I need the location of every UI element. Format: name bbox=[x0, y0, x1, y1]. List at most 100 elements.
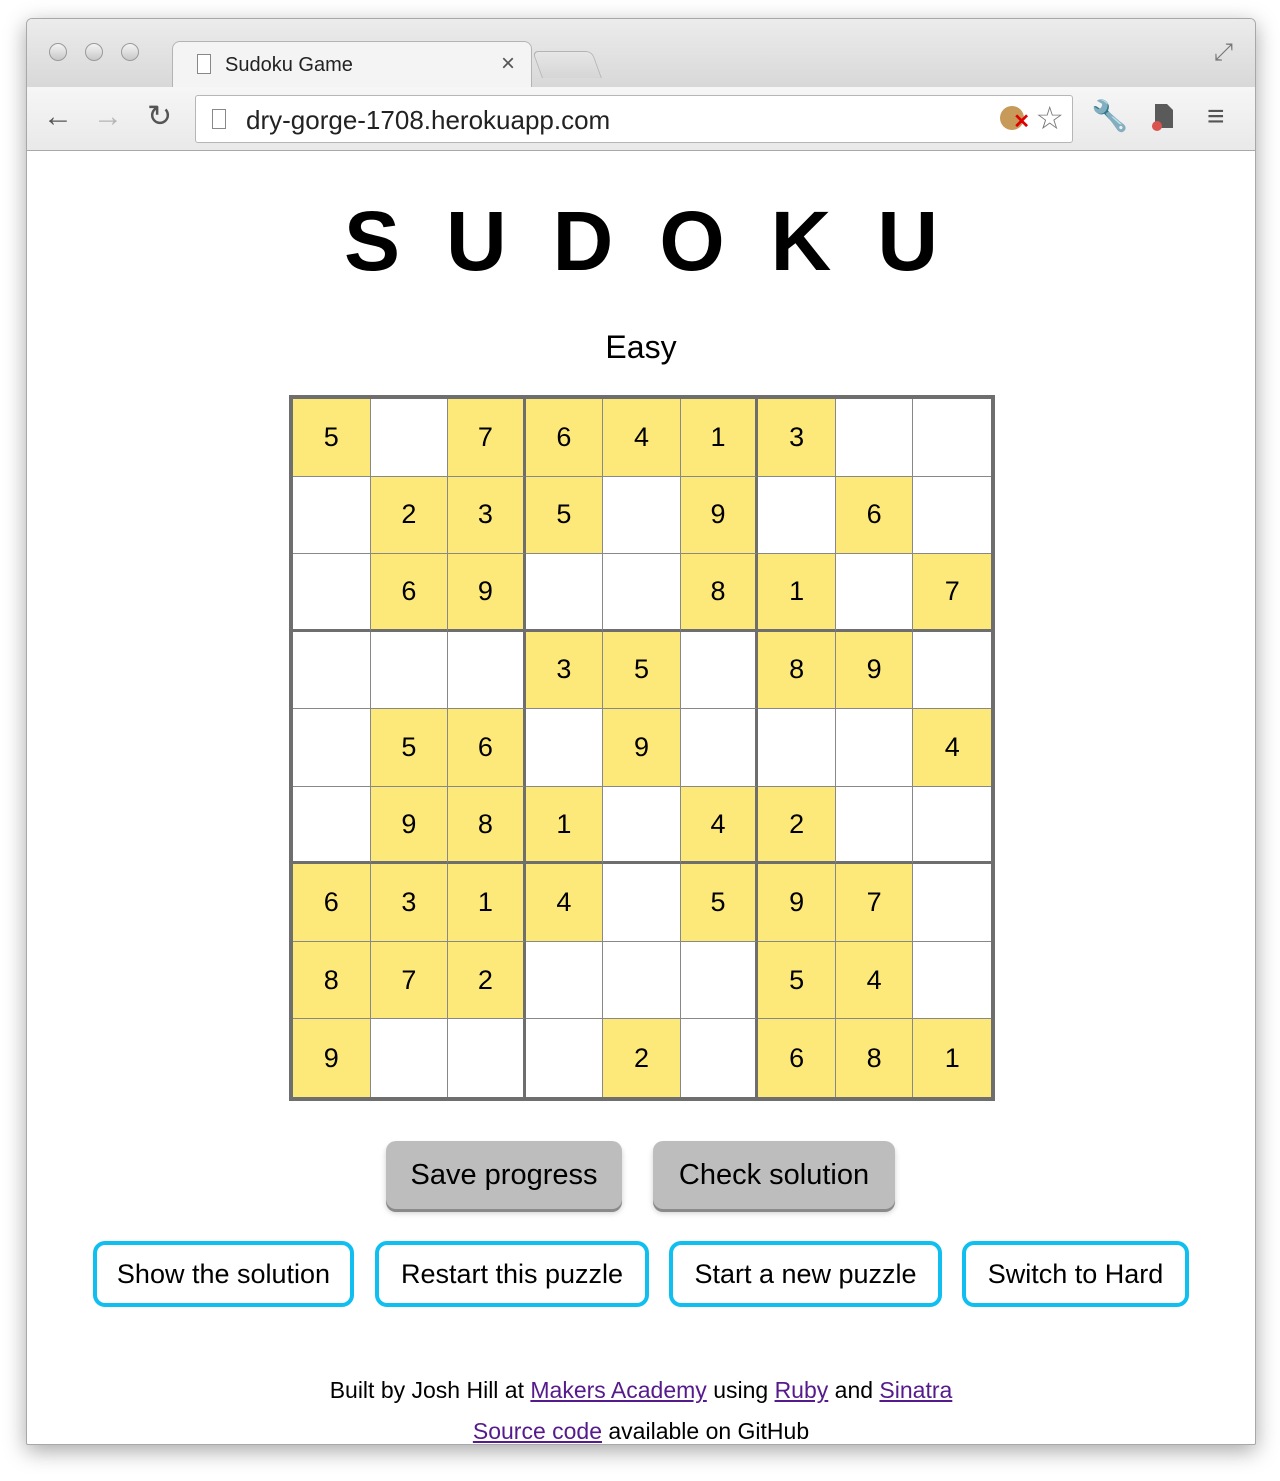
sudoku-cell-r9c7[interactable]: 6 bbox=[758, 1019, 836, 1097]
sudoku-cell-r5c6[interactable] bbox=[680, 709, 759, 787]
extension-icon[interactable] bbox=[1147, 97, 1177, 145]
sudoku-cell-r8c9[interactable] bbox=[913, 941, 991, 1020]
sudoku-cell-r8c6[interactable] bbox=[680, 941, 759, 1020]
sudoku-cell-r5c5[interactable]: 9 bbox=[603, 709, 681, 787]
sudoku-cell-r6c9[interactable] bbox=[913, 786, 991, 865]
sudoku-cell-r6c3[interactable]: 8 bbox=[448, 786, 526, 865]
sudoku-cell-r5c9[interactable]: 4 bbox=[913, 709, 991, 787]
sudoku-cell-r3c7[interactable]: 1 bbox=[758, 554, 836, 632]
sudoku-cell-r2c1[interactable] bbox=[293, 476, 371, 555]
new-tab-button[interactable] bbox=[532, 51, 602, 78]
sudoku-cell-r4c6[interactable] bbox=[680, 631, 759, 710]
sudoku-cell-r3c3[interactable]: 9 bbox=[448, 554, 526, 632]
sudoku-cell-r9c5[interactable]: 2 bbox=[603, 1019, 681, 1097]
sudoku-cell-r6c4[interactable]: 1 bbox=[525, 786, 604, 865]
sudoku-cell-r2c4[interactable]: 5 bbox=[525, 476, 604, 555]
sudoku-cell-r1c1[interactable]: 5 bbox=[293, 399, 371, 477]
sudoku-cell-r3c6[interactable]: 8 bbox=[680, 554, 759, 632]
sudoku-cell-r7c1[interactable]: 6 bbox=[293, 864, 371, 942]
sudoku-cell-r5c3[interactable]: 6 bbox=[448, 709, 526, 787]
sudoku-cell-r1c5[interactable]: 4 bbox=[603, 399, 681, 477]
sudoku-cell-r2c9[interactable] bbox=[913, 476, 991, 555]
fullscreen-icon[interactable]: ⤢ bbox=[1214, 39, 1233, 67]
sudoku-cell-r6c6[interactable]: 4 bbox=[680, 786, 759, 865]
sudoku-cell-r6c5[interactable] bbox=[603, 786, 681, 865]
sudoku-cell-r6c7[interactable]: 2 bbox=[758, 786, 836, 865]
sudoku-cell-r7c8[interactable]: 7 bbox=[835, 864, 914, 942]
sudoku-cell-r8c4[interactable] bbox=[525, 941, 604, 1020]
sudoku-cell-r3c5[interactable] bbox=[603, 554, 681, 632]
sudoku-cell-r5c8[interactable] bbox=[835, 709, 914, 787]
sudoku-cell-r9c9[interactable]: 1 bbox=[913, 1019, 991, 1097]
sudoku-cell-r4c3[interactable] bbox=[448, 631, 526, 710]
sudoku-cell-r9c1[interactable]: 9 bbox=[293, 1019, 371, 1097]
sudoku-cell-r5c1[interactable] bbox=[293, 709, 371, 787]
sudoku-cell-r3c9[interactable]: 7 bbox=[913, 554, 991, 632]
browser-tab[interactable]: Sudoku Game × bbox=[172, 41, 532, 87]
sudoku-cell-r7c5[interactable] bbox=[603, 864, 681, 942]
sudoku-cell-r5c2[interactable]: 5 bbox=[370, 709, 449, 787]
close-tab-icon[interactable]: × bbox=[501, 50, 515, 78]
sudoku-cell-r8c7[interactable]: 5 bbox=[758, 941, 836, 1020]
sudoku-cell-r6c1[interactable] bbox=[293, 786, 371, 865]
sudoku-cell-r7c2[interactable]: 3 bbox=[370, 864, 449, 942]
sudoku-cell-r9c6[interactable] bbox=[680, 1019, 759, 1097]
sudoku-cell-r6c2[interactable]: 9 bbox=[370, 786, 449, 865]
sudoku-cell-r9c2[interactable] bbox=[370, 1019, 449, 1097]
sudoku-cell-r2c5[interactable] bbox=[603, 476, 681, 555]
sudoku-cell-r1c3[interactable]: 7 bbox=[448, 399, 526, 477]
sudoku-cell-r4c7[interactable]: 8 bbox=[758, 631, 836, 710]
sudoku-cell-r2c6[interactable]: 9 bbox=[680, 476, 759, 555]
sudoku-cell-r4c5[interactable]: 5 bbox=[603, 631, 681, 710]
ruby-link[interactable]: Ruby bbox=[775, 1377, 829, 1403]
sudoku-cell-r3c4[interactable] bbox=[525, 554, 604, 632]
zoom-window-button[interactable] bbox=[121, 43, 139, 61]
sudoku-cell-r3c2[interactable]: 6 bbox=[370, 554, 449, 632]
bookmark-star-icon[interactable]: ☆ bbox=[1035, 100, 1064, 136]
sudoku-cell-r8c8[interactable]: 4 bbox=[835, 941, 914, 1020]
sudoku-cell-r2c7[interactable] bbox=[758, 476, 836, 555]
sudoku-cell-r1c9[interactable] bbox=[913, 399, 991, 477]
sudoku-cell-r4c9[interactable] bbox=[913, 631, 991, 710]
sudoku-cell-r8c2[interactable]: 7 bbox=[370, 941, 449, 1020]
source-code-link[interactable]: Source code bbox=[473, 1418, 602, 1444]
switch-difficulty-button[interactable]: Switch to Hard bbox=[962, 1241, 1189, 1307]
sudoku-cell-r5c7[interactable] bbox=[758, 709, 836, 787]
sudoku-cell-r3c1[interactable] bbox=[293, 554, 371, 632]
menu-icon[interactable]: ≡ bbox=[1207, 97, 1225, 137]
show-solution-button[interactable]: Show the solution bbox=[93, 1241, 354, 1307]
sudoku-cell-r4c1[interactable] bbox=[293, 631, 371, 710]
sudoku-cell-r7c4[interactable]: 4 bbox=[525, 864, 604, 942]
sudoku-cell-r4c4[interactable]: 3 bbox=[525, 631, 604, 710]
forward-icon[interactable]: → bbox=[93, 101, 123, 133]
sudoku-cell-r8c1[interactable]: 8 bbox=[293, 941, 371, 1020]
sudoku-cell-r3c8[interactable] bbox=[835, 554, 914, 632]
address-bar[interactable]: dry-gorge-1708.herokuapp.com ✕ ☆ bbox=[195, 95, 1073, 143]
sudoku-cell-r1c8[interactable] bbox=[835, 399, 914, 477]
sudoku-cell-r1c6[interactable]: 1 bbox=[680, 399, 759, 477]
close-window-button[interactable] bbox=[49, 43, 67, 61]
minimize-window-button[interactable] bbox=[85, 43, 103, 61]
wrench-icon[interactable]: 🔧 bbox=[1091, 97, 1128, 137]
sudoku-cell-r7c3[interactable]: 1 bbox=[448, 864, 526, 942]
sudoku-cell-r7c6[interactable]: 5 bbox=[680, 864, 759, 942]
sudoku-cell-r1c7[interactable]: 3 bbox=[758, 399, 836, 477]
sudoku-cell-r4c2[interactable] bbox=[370, 631, 449, 710]
sudoku-cell-r9c4[interactable] bbox=[525, 1019, 604, 1097]
sudoku-cell-r7c7[interactable]: 9 bbox=[758, 864, 836, 942]
makers-academy-link[interactable]: Makers Academy bbox=[530, 1377, 706, 1403]
sudoku-cell-r2c8[interactable]: 6 bbox=[835, 476, 914, 555]
sudoku-cell-r8c5[interactable] bbox=[603, 941, 681, 1020]
sudoku-cell-r6c8[interactable] bbox=[835, 786, 914, 865]
save-progress-button[interactable]: Save progress bbox=[386, 1141, 622, 1209]
sudoku-cell-r2c3[interactable]: 3 bbox=[448, 476, 526, 555]
sudoku-cell-r1c4[interactable]: 6 bbox=[525, 399, 604, 477]
reload-icon[interactable]: ↻ bbox=[147, 101, 172, 133]
new-puzzle-button[interactable]: Start a new puzzle bbox=[669, 1241, 942, 1307]
sudoku-cell-r1c2[interactable] bbox=[370, 399, 449, 477]
back-icon[interactable]: ← bbox=[43, 101, 73, 133]
check-solution-button[interactable]: Check solution bbox=[653, 1141, 895, 1209]
sudoku-cell-r4c8[interactable]: 9 bbox=[835, 631, 914, 710]
sudoku-cell-r2c2[interactable]: 2 bbox=[370, 476, 449, 555]
sudoku-cell-r5c4[interactable] bbox=[525, 709, 604, 787]
